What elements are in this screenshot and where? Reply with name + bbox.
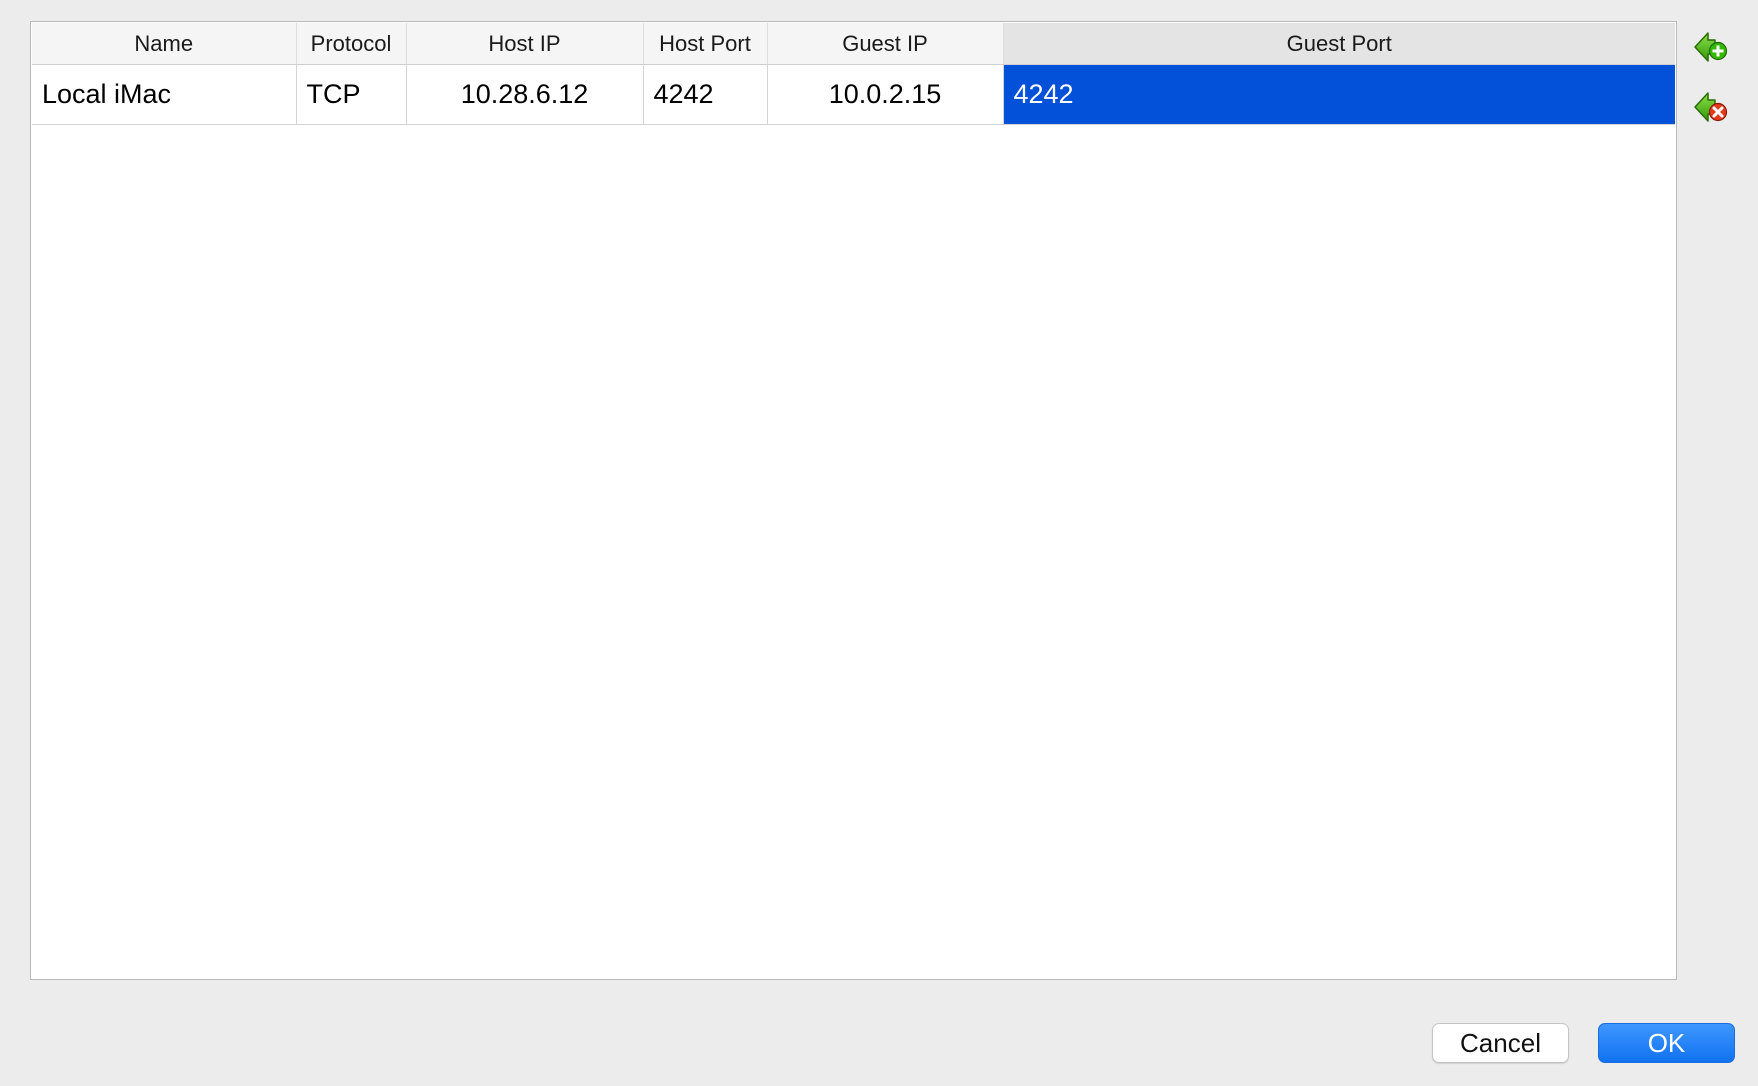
column-header-host-port[interactable]: Host Port	[643, 23, 768, 65]
ok-button[interactable]: OK	[1598, 1023, 1735, 1063]
remove-rule-icon	[1691, 87, 1729, 130]
column-header-host-ip[interactable]: Host IP	[406, 23, 644, 65]
rules-grid: Name Protocol Host IP Host Port Guest IP…	[32, 23, 1675, 125]
add-rule-button[interactable]	[1690, 28, 1730, 68]
add-rule-icon	[1691, 27, 1729, 70]
remove-rule-button[interactable]	[1690, 88, 1730, 128]
column-header-guest-port[interactable]: Guest Port	[1003, 23, 1675, 65]
cell-name[interactable]: Local iMac	[32, 64, 297, 125]
column-header-guest-ip[interactable]: Guest IP	[767, 23, 1004, 65]
header-row: Name Protocol Host IP Host Port Guest IP…	[32, 23, 1675, 65]
cell-protocol[interactable]: TCP	[296, 64, 407, 125]
cell-host-ip[interactable]: 10.28.6.12	[406, 64, 644, 125]
cell-guest-port[interactable]: 4242	[1003, 64, 1675, 125]
cancel-button[interactable]: Cancel	[1432, 1023, 1569, 1063]
cell-guest-ip[interactable]: 10.0.2.15	[767, 64, 1004, 125]
table-row[interactable]: Local iMac TCP 10.28.6.12 4242 10.0.2.15…	[32, 64, 1675, 125]
cell-host-port[interactable]: 4242	[643, 64, 768, 125]
port-forwarding-table[interactable]: Name Protocol Host IP Host Port Guest IP…	[30, 21, 1677, 980]
column-header-name[interactable]: Name	[32, 23, 297, 65]
column-header-protocol[interactable]: Protocol	[296, 23, 407, 65]
